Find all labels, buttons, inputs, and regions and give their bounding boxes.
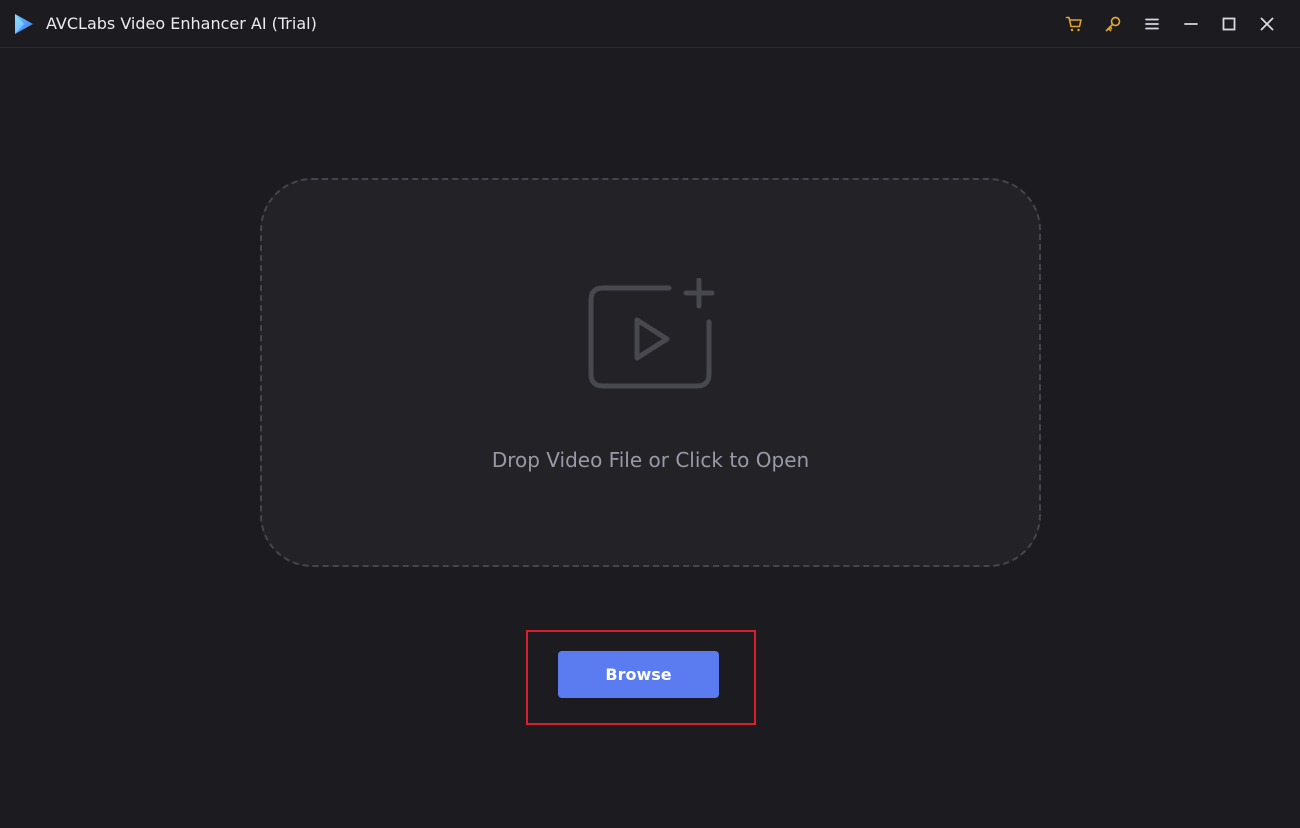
video-drop-zone[interactable]: Drop Video File or Click to Open	[260, 178, 1041, 567]
app-window: AVCLabs Video Enhancer AI (Trial) Drop V…	[0, 0, 1300, 828]
key-icon[interactable]	[1101, 12, 1125, 36]
add-video-icon	[587, 277, 717, 392]
maximize-icon[interactable]	[1217, 12, 1241, 36]
window-title: AVCLabs Video Enhancer AI (Trial)	[46, 14, 317, 33]
cart-icon[interactable]	[1062, 12, 1086, 36]
browse-button[interactable]: Browse	[558, 651, 719, 698]
minimize-icon[interactable]	[1179, 12, 1203, 36]
title-bar[interactable]: AVCLabs Video Enhancer AI (Trial)	[0, 0, 1300, 48]
play-logo-icon	[12, 12, 36, 36]
menu-icon[interactable]	[1140, 12, 1164, 36]
close-icon[interactable]	[1255, 12, 1279, 36]
drop-zone-text: Drop Video File or Click to Open	[491, 448, 810, 472]
